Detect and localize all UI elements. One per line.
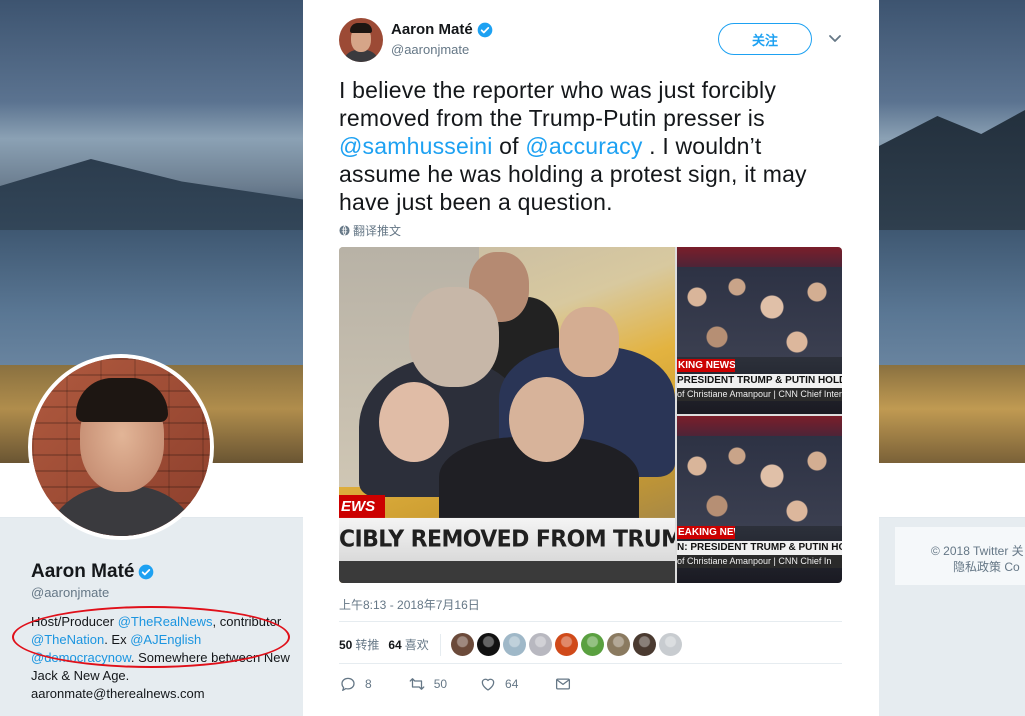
retweet-stat[interactable]: 50 转推 xyxy=(339,636,379,653)
chevron-down-icon[interactable] xyxy=(827,30,843,46)
liker-avatar[interactable] xyxy=(632,633,656,656)
reply-button[interactable]: 8 xyxy=(339,675,372,693)
reply-icon xyxy=(341,677,355,692)
profile-email: aaronmate@therealnews.com xyxy=(31,686,205,701)
media-sub-strap: of Christiane Amanpour | CNN Chief In xyxy=(677,555,842,568)
tweet-timestamp[interactable]: 上午8:13 - 2018年7月16日 xyxy=(339,596,480,613)
media-breaking-tag: EAKING NEWS xyxy=(677,526,735,539)
media-lower-third: CIBLY REMOVED FROM TRUMP-PUTIN BR xyxy=(339,517,675,563)
verified-badge-icon xyxy=(139,564,154,580)
follow-button[interactable]: 关注 xyxy=(718,23,812,55)
envelope-icon xyxy=(556,678,571,690)
like-stat[interactable]: 64 喜欢 xyxy=(388,636,428,653)
media-photo-main[interactable]: EWS CIBLY REMOVED FROM TRUMP-PUTIN BR xyxy=(339,247,675,583)
divider xyxy=(339,621,842,622)
liker-avatar[interactable] xyxy=(476,633,500,656)
direct-message-button[interactable] xyxy=(554,675,572,693)
footer-privacy-link[interactable]: 隐私政策 Co xyxy=(953,558,1020,575)
liker-avatar[interactable] xyxy=(554,633,578,656)
tweet-actions: 8 50 64 xyxy=(339,675,572,693)
liker-avatars xyxy=(450,633,682,656)
liker-avatar[interactable] xyxy=(580,633,604,656)
liker-avatar[interactable] xyxy=(606,633,630,656)
media-sub-strap: of Christiane Amanpour | CNN Chief Inter xyxy=(677,388,842,401)
liker-avatar[interactable] xyxy=(528,633,552,656)
tweet-author-name[interactable]: Aaron Maté xyxy=(391,21,493,38)
tweet-media-grid: EWS CIBLY REMOVED FROM TRUMP-PUTIN BR KI… xyxy=(339,247,842,583)
translate-tweet-link[interactable]: 翻译推文 xyxy=(339,222,401,239)
tweet-author-avatar[interactable] xyxy=(339,18,383,62)
profile-avatar[interactable] xyxy=(28,354,214,540)
heart-icon xyxy=(481,678,495,691)
liker-avatar[interactable] xyxy=(502,633,526,656)
profile-handle[interactable]: @aaronjmate xyxy=(31,585,109,600)
tweet-stats: 50 转推 64 喜欢 xyxy=(339,633,682,656)
footer-links-box: © 2018 Twitter 关 隐私政策 Co xyxy=(895,527,1025,585)
tweet-modal: Aaron Maté @aaronjmate 关注 I believe the … xyxy=(303,0,879,716)
tweet-author-handle[interactable]: @aaronjmate xyxy=(391,42,469,57)
media-breaking-tag: KING NEWS xyxy=(677,359,735,372)
media-strap: PRESIDENT TRUMP & PUTIN HOLD PR xyxy=(677,374,842,388)
media-strap: N: PRESIDENT TRUMP & PUTIN HOLD I xyxy=(677,541,842,555)
mention-link[interactable]: @samhusseini xyxy=(339,133,493,159)
media-photo-side-bottom[interactable]: EAKING NEWS N: PRESIDENT TRUMP & PUTIN H… xyxy=(677,416,842,583)
profile-name[interactable]: Aaron Maté xyxy=(31,561,154,583)
divider xyxy=(339,663,842,664)
red-annotation-circle xyxy=(12,606,290,668)
verified-badge-icon xyxy=(477,22,493,37)
mention-link[interactable]: @accuracy xyxy=(525,133,642,159)
media-news-tag: EWS xyxy=(339,495,385,519)
retweet-button[interactable]: 50 xyxy=(408,675,447,693)
liker-avatar[interactable] xyxy=(658,633,682,656)
retweet-icon xyxy=(409,678,425,690)
media-photo-side-top[interactable]: KING NEWS PRESIDENT TRUMP & PUTIN HOLD P… xyxy=(677,247,842,414)
footer-copyright[interactable]: © 2018 Twitter 关 xyxy=(931,542,1024,559)
globe-icon xyxy=(339,225,350,236)
tweet-text: I believe the reporter who was just forc… xyxy=(339,77,807,215)
liker-avatar[interactable] xyxy=(450,633,474,656)
like-button[interactable]: 64 xyxy=(479,675,518,693)
